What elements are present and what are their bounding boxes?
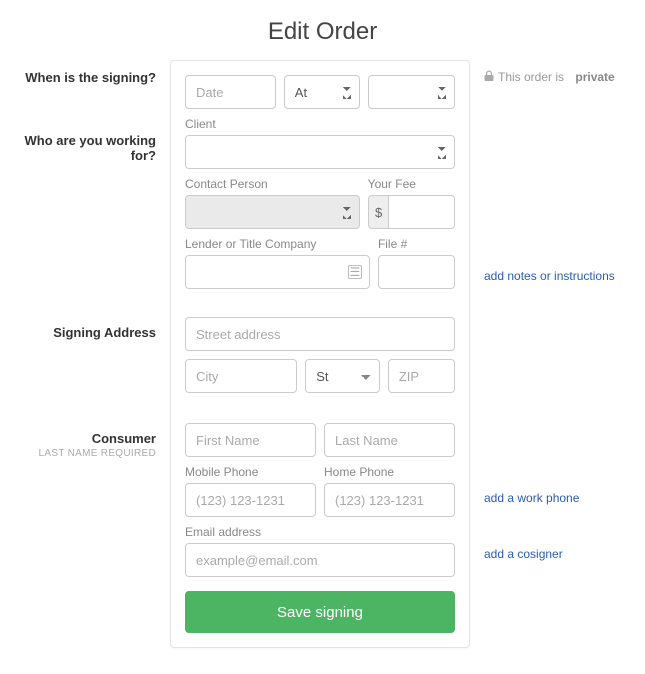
address-book-icon[interactable]: ☰ [348,265,362,279]
mobile-phone-input[interactable] [185,483,316,517]
state-select[interactable]: St [305,359,380,393]
fee-input[interactable] [388,195,455,229]
lock-icon [484,70,494,84]
label-consumer-sub: LAST NAME REQUIRED [0,448,156,459]
currency-icon: $ [368,195,389,229]
city-input[interactable] [185,359,297,393]
street-input[interactable] [185,317,455,351]
label-client: Client [185,117,455,131]
save-button[interactable]: Save signing [185,591,455,633]
time-select[interactable] [368,75,455,109]
label-contact-person: Contact Person [185,177,360,191]
contact-person-select[interactable] [185,195,360,229]
privacy-indicator: This order is private [484,70,630,84]
at-select[interactable]: At [284,75,360,109]
label-lender: Lender or Title Company [185,237,370,251]
page-title: Edit Order [0,0,645,60]
lender-input[interactable] [185,255,370,289]
label-consumer: Consumer [92,431,156,446]
home-phone-input[interactable] [324,483,455,517]
label-working-for: Who are you working for? [25,133,156,163]
label-signing-address: Signing Address [53,325,156,340]
label-home-phone: Home Phone [324,465,455,479]
date-input[interactable] [185,75,276,109]
zip-input[interactable] [388,359,455,393]
add-notes-link[interactable]: add notes or instructions [484,269,615,283]
add-cosigner-link[interactable]: add a cosigner [484,547,630,561]
label-file-no: File # [378,237,455,251]
label-signing-time: When is the signing? [25,70,156,85]
label-email: Email address [185,525,455,539]
label-your-fee: Your Fee [368,177,455,191]
file-no-input[interactable] [378,255,455,289]
client-select[interactable] [185,135,455,169]
add-work-phone-link[interactable]: add a work phone [484,491,630,505]
label-mobile-phone: Mobile Phone [185,465,316,479]
email-input[interactable] [185,543,455,577]
first-name-input[interactable] [185,423,316,457]
last-name-input[interactable] [324,423,455,457]
